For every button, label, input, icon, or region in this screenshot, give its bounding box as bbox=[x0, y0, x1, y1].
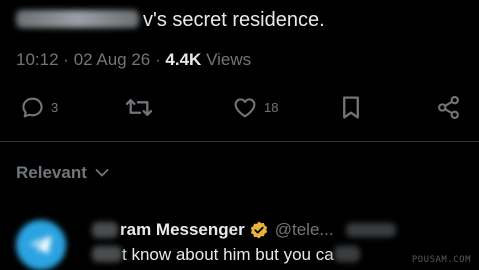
reply-author-name[interactable]: ram Messenger bbox=[120, 220, 245, 240]
reply-author-handle[interactable]: @tele... bbox=[275, 220, 334, 240]
reply-sort-label: Relevant bbox=[16, 163, 87, 182]
redacted-timestamp bbox=[345, 223, 396, 237]
reply-header: ram Messenger @tele... bbox=[92, 220, 396, 240]
views-count: 4.4K bbox=[165, 50, 202, 69]
redacted-name-prefix bbox=[92, 222, 118, 238]
redacted-text-prefix bbox=[92, 246, 122, 262]
retweet-icon bbox=[125, 99, 153, 116]
like-button[interactable]: 18 bbox=[232, 95, 278, 120]
chevron-down-icon bbox=[95, 169, 109, 177]
share-icon bbox=[438, 96, 459, 119]
like-count: 18 bbox=[264, 100, 279, 115]
reply-count: 3 bbox=[51, 100, 59, 115]
avatar[interactable] bbox=[16, 220, 66, 270]
heart-icon bbox=[234, 98, 256, 118]
tweet-time[interactable]: 10:12 bbox=[16, 50, 59, 69]
telegram-logo-icon bbox=[29, 235, 52, 255]
tweet-text: v's secret residence. bbox=[16, 7, 325, 33]
views-label: Views bbox=[206, 50, 252, 69]
reply-text-visible: t know about him but you ca bbox=[122, 245, 334, 264]
bookmark-icon bbox=[343, 96, 359, 119]
bookmark-button[interactable] bbox=[340, 95, 362, 120]
tweet-meta: 10:12 · 02 Aug 26 · 4.4K Views bbox=[16, 49, 251, 71]
reply-icon bbox=[22, 97, 43, 118]
reply-text: t know about him but you ca bbox=[92, 245, 360, 265]
meta-separator: · bbox=[155, 50, 161, 69]
reply-button[interactable]: 3 bbox=[20, 95, 58, 120]
redacted-name bbox=[16, 10, 139, 28]
divider bbox=[0, 141, 479, 142]
watermark: POUSAM.COM bbox=[411, 255, 471, 265]
share-button[interactable] bbox=[436, 95, 461, 120]
tweet-date[interactable]: 02 Aug 26 bbox=[74, 50, 151, 69]
retweet-button[interactable] bbox=[124, 95, 154, 120]
tweet-text-visible: v's secret residence. bbox=[143, 9, 325, 31]
reply-sort-dropdown[interactable]: Relevant bbox=[16, 163, 109, 183]
meta-separator: · bbox=[63, 50, 69, 69]
redacted-text-suffix bbox=[333, 246, 360, 262]
verified-badge-icon bbox=[250, 221, 267, 239]
